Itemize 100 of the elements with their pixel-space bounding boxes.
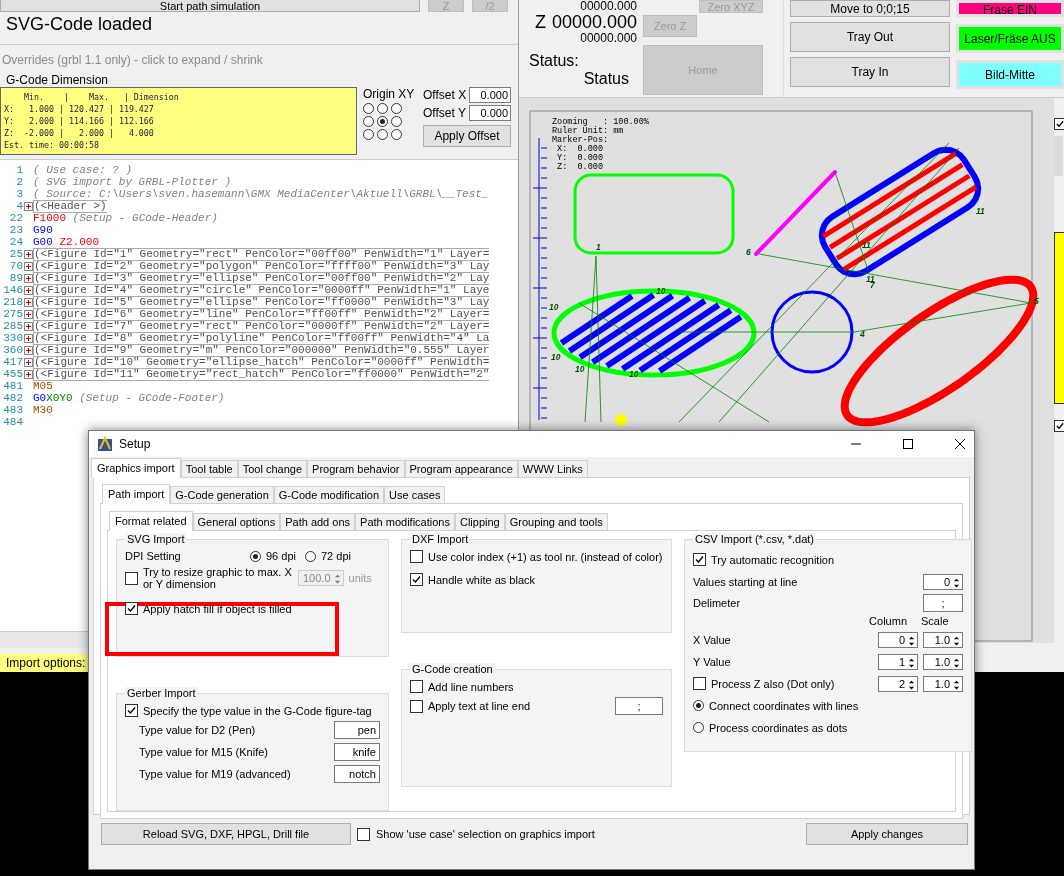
expand-icon[interactable] xyxy=(23,273,33,283)
radio-button[interactable] xyxy=(693,722,704,733)
expand-icon[interactable] xyxy=(23,201,33,211)
tab[interactable]: Use cases xyxy=(384,486,446,503)
radio-button[interactable] xyxy=(391,129,402,140)
number-spinner[interactable]: 2 xyxy=(878,675,918,692)
expand-icon[interactable] xyxy=(23,261,33,271)
code-line: M05 xyxy=(33,380,53,392)
tab[interactable]: G-Code generation xyxy=(170,486,274,503)
checkbox[interactable] xyxy=(125,602,138,615)
radio-label: Process coordinates as dots xyxy=(709,721,848,734)
tab[interactable]: General options xyxy=(192,513,281,530)
offset-x-field[interactable]: 0.000 xyxy=(469,87,511,103)
checkbox[interactable] xyxy=(357,827,370,841)
number-spinner[interactable]: 1.0 xyxy=(923,631,963,648)
apply-offset-button[interactable]: Apply Offset xyxy=(423,125,511,147)
line-number: 1 xyxy=(15,164,23,176)
code-line: (<Figure Id="4" Geometry="circle" PenColor="0000ff" PenWidth="1" Laye xyxy=(33,283,490,297)
number-spinner[interactable]: 1.0 xyxy=(923,653,963,670)
expand-icon[interactable] xyxy=(23,357,33,367)
tab[interactable]: Format related xyxy=(109,511,193,531)
checkbox[interactable] xyxy=(410,680,423,693)
number-spinner[interactable]: 1.0 xyxy=(923,675,963,692)
text-field[interactable]: pen xyxy=(334,721,380,739)
column-header: Column xyxy=(869,615,907,627)
expand-icon[interactable] xyxy=(23,309,33,319)
field-label: Offset Y xyxy=(423,106,466,120)
checkbox[interactable] xyxy=(693,553,706,566)
tab[interactable]: Path modifications xyxy=(355,513,455,530)
toggle-button[interactable]: Laser/Fräse AUS xyxy=(956,24,1064,53)
radio-button[interactable] xyxy=(391,103,402,114)
checkbox[interactable] xyxy=(410,550,423,563)
action-button[interactable]: Move to 0;0;15 xyxy=(790,0,950,17)
expand-icon[interactable] xyxy=(23,345,33,355)
tab[interactable]: Path add ons xyxy=(280,513,356,530)
checkbox-label: Handle white as black xyxy=(428,573,535,586)
group-title: DXF Import xyxy=(410,533,471,545)
expand-icon[interactable] xyxy=(23,333,33,343)
line-number: 23 xyxy=(8,224,23,236)
radio-button[interactable] xyxy=(377,103,388,114)
checkbox[interactable] xyxy=(410,573,423,586)
checkbox-label: Show 'use case' selection on graphics import xyxy=(376,828,596,840)
field-label: DPI Setting xyxy=(125,550,182,562)
tab[interactable]: Graphics import xyxy=(91,458,181,478)
apply-changes-button[interactable]: Apply changes xyxy=(806,823,968,845)
radio-button[interactable] xyxy=(391,116,402,127)
expand-icon[interactable] xyxy=(23,297,33,307)
toggle-button[interactable]: Frase EIN xyxy=(956,0,1064,17)
checkbox-label: Apply text at line end xyxy=(428,700,532,712)
action-button[interactable]: Tray In xyxy=(790,57,950,87)
checkbox[interactable] xyxy=(693,677,706,690)
radio-button[interactable] xyxy=(363,129,374,140)
radio-button[interactable] xyxy=(377,116,388,127)
path-label: 11 xyxy=(862,240,871,250)
reload-button[interactable]: Reload SVG, DXF, HPGL, Drill file xyxy=(101,823,351,845)
code-line: G00 Z2.000 xyxy=(33,236,99,248)
checkbox[interactable] xyxy=(1054,118,1064,130)
text-field[interactable]: knife xyxy=(334,743,380,761)
radio-button[interactable] xyxy=(363,103,374,114)
tab[interactable]: Program behavior xyxy=(307,460,405,477)
checkbox-label: Add line numbers xyxy=(428,680,514,693)
action-button[interactable]: Tray Out xyxy=(790,22,950,52)
radio-button[interactable] xyxy=(377,129,388,140)
tab[interactable]: Clipping xyxy=(454,513,505,530)
tab[interactable]: Program appearance xyxy=(404,460,518,477)
group-title: Origin XY xyxy=(363,87,416,101)
tab[interactable]: Tool table xyxy=(180,460,238,477)
text-field[interactable]: notch xyxy=(334,765,380,783)
radio-button[interactable] xyxy=(305,550,316,562)
expand-icon[interactable] xyxy=(23,285,33,295)
unit-label: units xyxy=(348,572,372,584)
text-field[interactable]: ; xyxy=(615,697,663,715)
radio-button[interactable] xyxy=(363,116,374,127)
text-field[interactable]: ; xyxy=(923,594,963,612)
tab[interactable]: Path import xyxy=(102,484,171,504)
number-spinner[interactable]: 0 xyxy=(923,573,963,590)
offset-y-field[interactable]: 0.000 xyxy=(469,105,511,121)
radio-button[interactable] xyxy=(693,700,704,711)
checkbox[interactable] xyxy=(125,704,138,717)
start-simulation-button[interactable]: Start path simulation xyxy=(0,0,420,12)
expand-icon[interactable] xyxy=(23,369,33,379)
expand-icon[interactable] xyxy=(23,249,33,259)
tab[interactable]: WWW Links xyxy=(517,460,588,477)
expand-icon[interactable] xyxy=(23,321,33,331)
tab[interactable]: G-Code modification xyxy=(273,486,385,503)
radio-button[interactable] xyxy=(250,550,261,562)
path-label: 6 xyxy=(746,247,751,257)
number-spinner[interactable]: 0 xyxy=(878,631,918,648)
tab[interactable]: Grouping and tools xyxy=(504,513,608,530)
code-line: (<Figure Id="3" Geometry="ellipse" PenColor="00ff00" PenWidth="2" Lay xyxy=(33,271,490,285)
toggle-button[interactable]: Bild-Mitte xyxy=(956,60,1064,89)
code-line: G90 xyxy=(33,224,53,236)
checkbox[interactable] xyxy=(410,699,423,713)
dimension-line: Y: 2.000 | 114.166 | 112.166 xyxy=(4,115,155,127)
tab[interactable]: Tool change xyxy=(237,460,308,477)
number-spinner[interactable]: 1 xyxy=(878,653,918,670)
close-icon[interactable] xyxy=(954,438,966,450)
checkbox[interactable] xyxy=(1054,420,1064,432)
group-title: SVG Import xyxy=(125,533,187,545)
maximize-icon[interactable] xyxy=(902,438,914,450)
